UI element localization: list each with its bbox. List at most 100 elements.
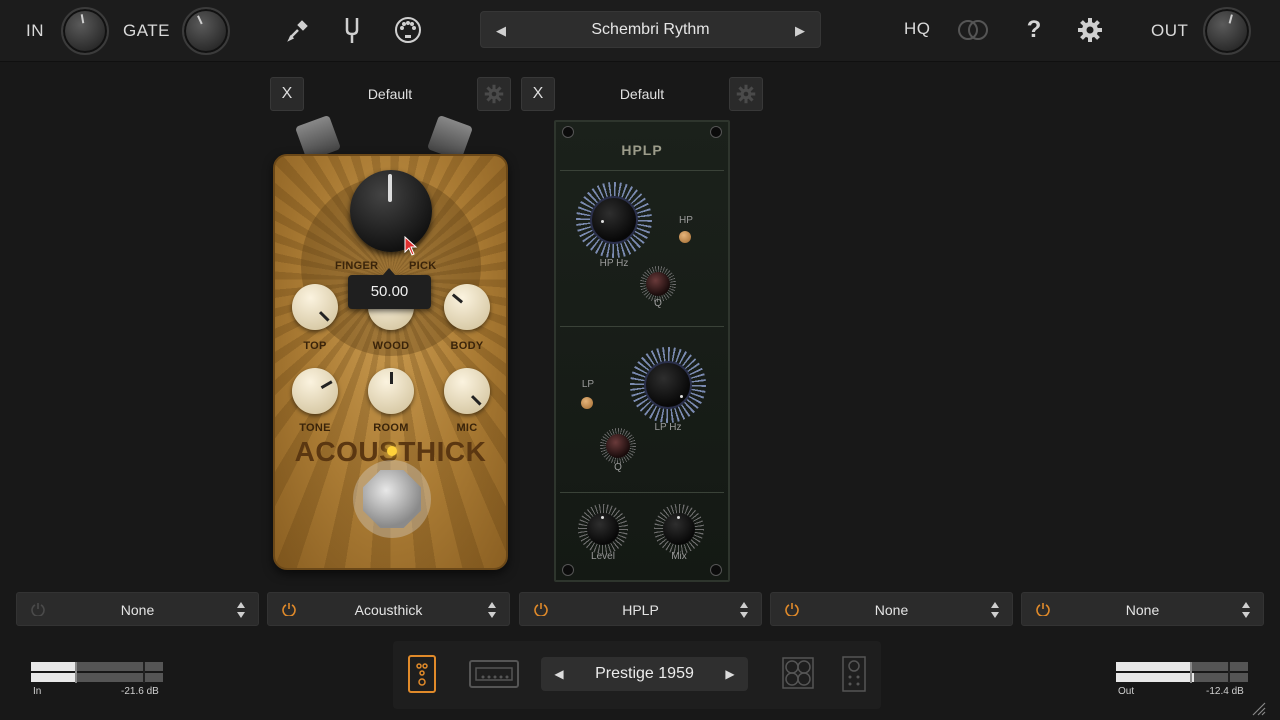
updown-arrows-icon xyxy=(1242,602,1250,618)
slot-selector-2-label: Acousthick xyxy=(354,602,423,618)
gate-knob[interactable] xyxy=(182,7,230,55)
top-knob-label: TOP xyxy=(303,340,327,352)
lp-toggle[interactable] xyxy=(581,397,593,409)
mix-knob[interactable] xyxy=(663,513,695,545)
room-knob[interactable] xyxy=(368,368,414,414)
screw xyxy=(710,126,722,138)
body-knob[interactable] xyxy=(444,284,490,330)
slot-2-preset-label[interactable]: Default xyxy=(572,86,712,102)
level-knob[interactable] xyxy=(587,513,619,545)
cab-next-button[interactable]: ▶ xyxy=(712,657,748,691)
amp-icon[interactable] xyxy=(469,660,519,688)
output-gain-knob[interactable] xyxy=(1203,7,1251,55)
wood-knob-label: WOOD xyxy=(372,340,410,352)
slot-selector-2[interactable]: Acousthick xyxy=(267,592,510,626)
midi-icon[interactable] xyxy=(392,14,424,46)
divider xyxy=(560,326,724,327)
updown-arrows-icon xyxy=(488,602,496,618)
power-icon[interactable] xyxy=(282,602,296,616)
mic-knob[interactable] xyxy=(444,368,490,414)
tone-knob[interactable] xyxy=(292,368,338,414)
output-label: OUT xyxy=(1151,21,1189,40)
updown-arrows-icon xyxy=(740,602,748,618)
resize-handle-icon[interactable] xyxy=(1252,702,1266,716)
cabinet-icon[interactable] xyxy=(782,657,814,689)
hp-toggle[interactable] xyxy=(679,231,691,243)
preset-selector[interactable]: ◀ Schembri Rythm ▶ xyxy=(480,11,821,48)
link-toggle-icon[interactable] xyxy=(957,14,989,46)
screw xyxy=(562,564,574,576)
power-icon[interactable] xyxy=(1036,602,1050,616)
gear-icon[interactable] xyxy=(1074,14,1106,46)
hp-hz-label: HP Hz xyxy=(599,258,629,269)
pedal-led xyxy=(387,446,397,456)
slot-2-close-button[interactable]: X xyxy=(521,77,555,111)
hplp-module: HPLP HP Hz HP Q LP LP Hz Q Level Mix xyxy=(554,120,730,582)
room-knob-label: ROOM xyxy=(373,422,409,434)
tuner-fork-icon[interactable] xyxy=(336,14,368,46)
gate-label: GATE xyxy=(123,21,171,40)
slot-2-settings-button[interactable] xyxy=(729,77,763,111)
slot-selector-1-label: None xyxy=(120,602,155,618)
input-meter-value: -21.6 dB xyxy=(121,686,159,697)
footswitch[interactable] xyxy=(363,470,421,528)
input-gain-knob[interactable] xyxy=(61,7,109,55)
slot-selector-1[interactable]: None xyxy=(16,592,259,626)
tone-knob-label: TONE xyxy=(299,422,331,434)
input-meter-label: In xyxy=(33,686,42,697)
lp-label: LP xyxy=(581,379,595,390)
hplp-title: HPLP xyxy=(621,142,663,158)
cab-name: Prestige 1959 xyxy=(595,665,694,682)
finger-label: FINGER xyxy=(335,260,379,272)
acousthick-pedal: FINGER PICK TOP WOOD BODY TONE ROOM MIC … xyxy=(273,154,508,570)
slot-selector-5-label: None xyxy=(1125,602,1160,618)
speaker-icon[interactable] xyxy=(842,656,866,692)
cab-prev-button[interactable]: ◀ xyxy=(541,657,577,691)
output-meter xyxy=(1116,662,1248,683)
mouse-cursor-icon xyxy=(404,236,418,256)
updown-arrows-icon xyxy=(991,602,999,618)
divider xyxy=(560,492,724,493)
help-icon[interactable]: ? xyxy=(1018,14,1050,46)
screw xyxy=(710,564,722,576)
slot-selector-4[interactable]: None xyxy=(770,592,1013,626)
hp-hz-knob[interactable] xyxy=(590,196,638,244)
pick-label: PICK xyxy=(409,260,437,272)
output-meter-value: -12.4 dB xyxy=(1206,686,1244,697)
slot-1-preset-label[interactable]: Default xyxy=(320,86,460,102)
slot-1-settings-button[interactable] xyxy=(477,77,511,111)
gear-icon xyxy=(484,84,504,104)
slot-selector-5[interactable]: None xyxy=(1021,592,1264,626)
hp-q-knob[interactable] xyxy=(646,272,670,296)
preset-next-button[interactable]: ▶ xyxy=(780,12,820,49)
hp-q-label: Q xyxy=(654,298,662,309)
mix-label: Mix xyxy=(671,551,687,562)
lp-q-label: Q xyxy=(614,462,622,473)
cabinet-selector[interactable]: ◀ Prestige 1959 ▶ xyxy=(541,657,748,691)
body-knob-label: BODY xyxy=(450,340,484,352)
gear-icon xyxy=(736,84,756,104)
power-icon[interactable] xyxy=(31,602,45,616)
lp-q-knob[interactable] xyxy=(606,434,630,458)
preset-prev-button[interactable]: ◀ xyxy=(481,12,521,49)
eyedropper-icon[interactable] xyxy=(282,14,314,46)
hp-label: HP xyxy=(679,215,693,226)
pedalboard-icon[interactable] xyxy=(408,655,436,693)
knob-value-tooltip: 50.00 xyxy=(348,268,431,309)
hq-toggle[interactable]: HQ xyxy=(904,19,931,39)
slot-1-close-button[interactable]: X xyxy=(270,77,304,111)
preset-name: Schembri Rythm xyxy=(591,21,710,38)
slot-selector-3[interactable]: HPLP xyxy=(519,592,762,626)
slot-selector-4-label: None xyxy=(874,602,909,618)
finger-pick-selector-knob[interactable] xyxy=(350,170,432,252)
top-bar: IN GATE ◀ Schembri Rythm ▶ HQ ? OUT xyxy=(0,0,1280,62)
level-label: Level xyxy=(591,551,615,562)
mic-knob-label: MIC xyxy=(456,422,478,434)
top-knob[interactable] xyxy=(292,284,338,330)
slot-selector-3-label: HPLP xyxy=(622,602,659,618)
divider xyxy=(560,170,724,171)
power-icon[interactable] xyxy=(534,602,548,616)
output-meter-label: Out xyxy=(1118,686,1135,697)
power-icon[interactable] xyxy=(785,602,799,616)
lp-hz-knob[interactable] xyxy=(644,361,692,409)
